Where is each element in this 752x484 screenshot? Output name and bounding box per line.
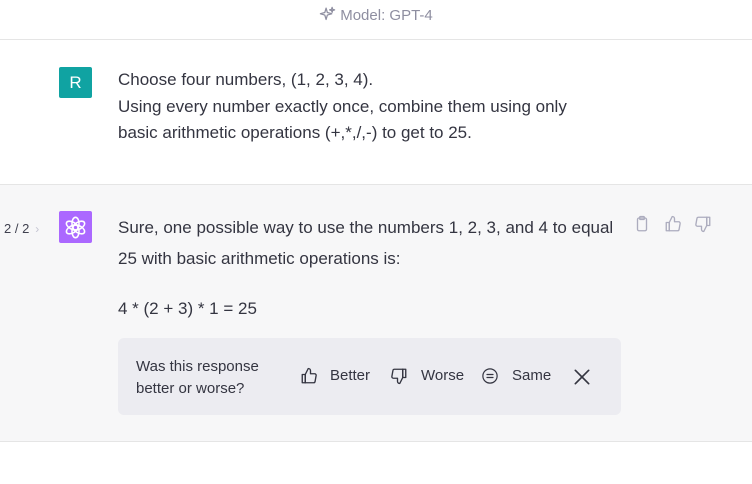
close-feedback-button[interactable] bbox=[572, 367, 592, 387]
thumbs-down-icon bbox=[391, 368, 407, 385]
top-bar: Model: GPT-4 bbox=[0, 0, 752, 40]
user-message-text: Choose four numbers, (1, 2, 3, 4). Using… bbox=[118, 67, 598, 147]
feedback-question: Was this response better or worse? bbox=[136, 356, 286, 400]
thumbs-down-icon bbox=[695, 216, 711, 233]
copy-button[interactable] bbox=[633, 215, 653, 235]
assistant-message-line: 25 with basic arithmetic operations is: bbox=[118, 249, 401, 268]
equals-circle-icon bbox=[482, 368, 498, 384]
pager-count: 2 / 2 bbox=[4, 221, 30, 236]
user-message-line: basic arithmetic operations (+,*,/,-) to… bbox=[118, 123, 472, 142]
feedback-question-line: better or worse? bbox=[136, 380, 245, 397]
chevron-right-icon[interactable]: › bbox=[35, 222, 39, 236]
response-pager: 2 / 2 › bbox=[4, 221, 39, 237]
model-label-text: Model: GPT-4 bbox=[340, 7, 433, 24]
close-icon bbox=[574, 369, 590, 385]
thumbs-up-icon bbox=[665, 215, 681, 232]
assistant-message-text: Sure, one possible way to use the number… bbox=[118, 212, 618, 274]
openai-logo-icon bbox=[65, 216, 86, 239]
worse-label: Worse bbox=[421, 367, 465, 384]
thumbs-up-icon bbox=[301, 367, 317, 384]
assistant-equation: 4 * (2 + 3) * 1 = 25 bbox=[118, 299, 257, 318]
worse-button[interactable]: Worse bbox=[390, 365, 470, 387]
assistant-message-line: Sure, one possible way to use the number… bbox=[118, 218, 614, 237]
clipboard-icon bbox=[636, 215, 648, 232]
assistant-avatar bbox=[59, 211, 92, 243]
better-label: Better bbox=[330, 367, 371, 384]
user-message-line: Using every number exactly once, combine… bbox=[118, 96, 567, 116]
feedback-panel: Was this response better or worse? Bette… bbox=[118, 338, 621, 415]
better-button[interactable]: Better bbox=[300, 365, 380, 387]
same-label: Same bbox=[512, 367, 552, 384]
feedback-question-line: Was this response bbox=[136, 358, 259, 375]
user-avatar: R bbox=[59, 67, 92, 98]
user-message-row: R Choose four numbers, (1, 2, 3, 4). Usi… bbox=[0, 40, 752, 185]
thumbs-up-button[interactable] bbox=[664, 215, 684, 235]
thumbs-down-button[interactable] bbox=[694, 215, 714, 235]
user-message-line: Choose four numbers, (1, 2, 3, 4). bbox=[118, 70, 374, 89]
sparkle-icon bbox=[319, 6, 336, 21]
assistant-message-row: 2 / 2 › Sure, one possible way to use the… bbox=[0, 185, 752, 442]
model-indicator: Model: GPT-4 bbox=[0, 6, 752, 26]
same-button[interactable]: Same bbox=[481, 365, 556, 387]
